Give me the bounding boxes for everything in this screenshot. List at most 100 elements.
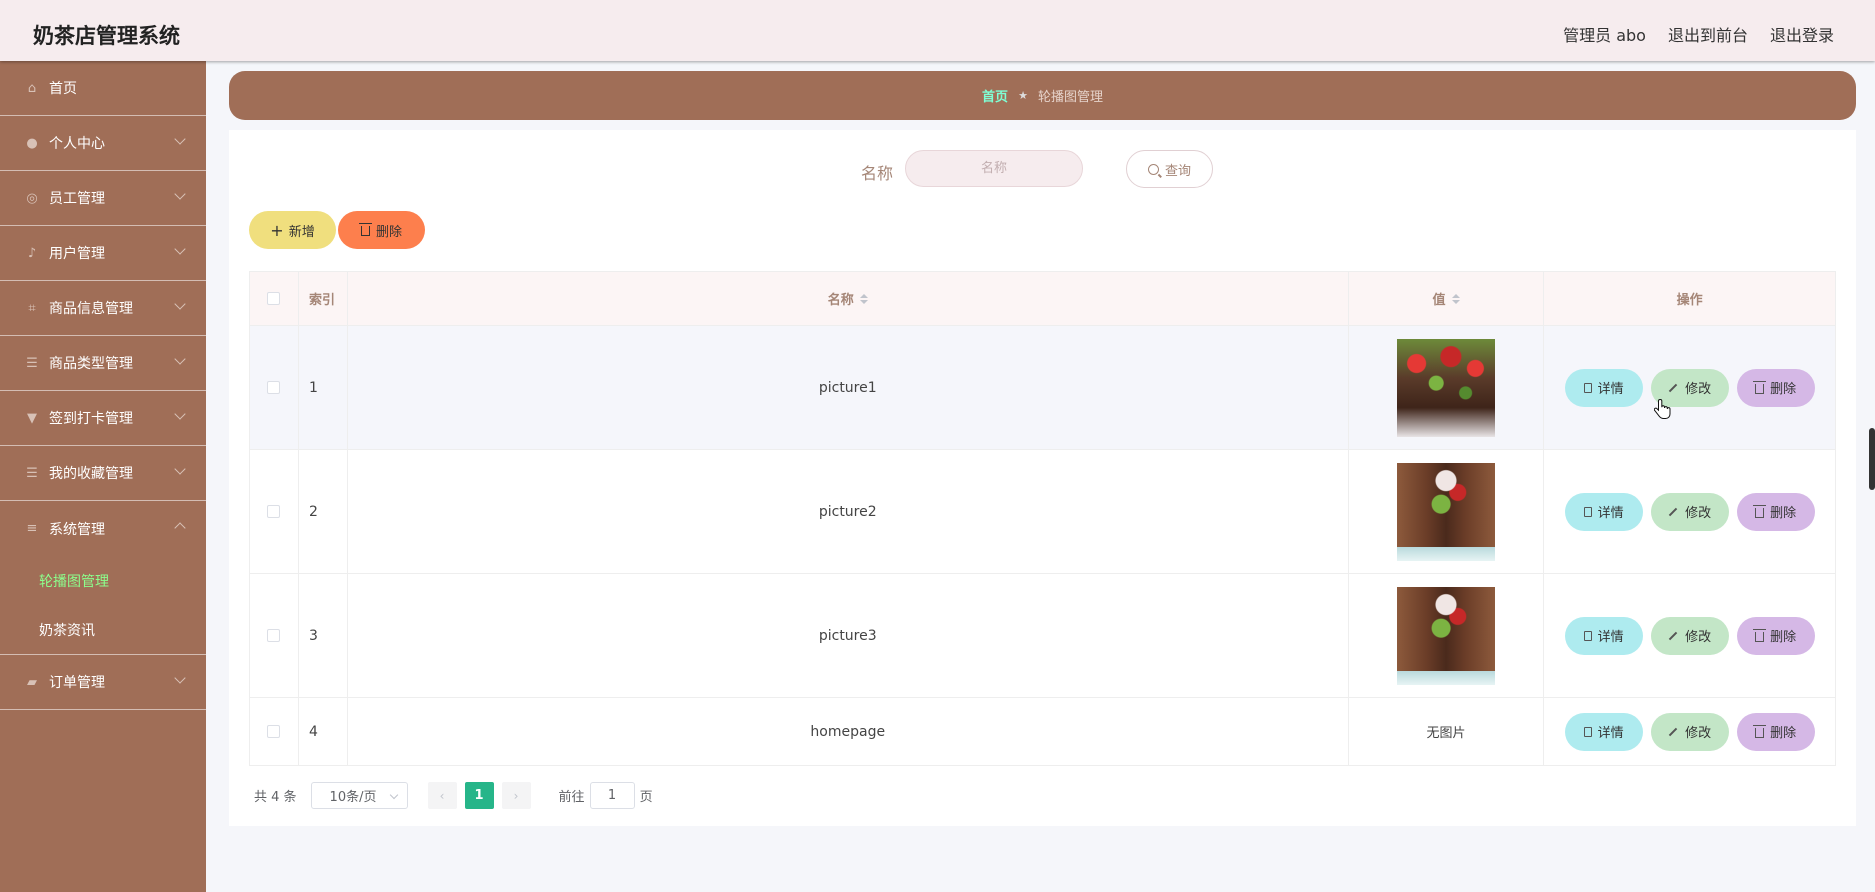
edit-button[interactable]: 修改	[1650, 712, 1729, 751]
chevron-right-icon: ›	[513, 788, 519, 803]
dessert-image[interactable]	[1397, 586, 1495, 685]
row-name: picture3	[348, 574, 1349, 697]
dessert-image[interactable]	[1397, 338, 1495, 437]
exit-to-front-link[interactable]: 退出到前台	[1668, 22, 1748, 46]
detail-label: 详情	[1597, 382, 1624, 397]
row-checkbox[interactable]	[267, 381, 281, 394]
star-separator-icon: ★	[1018, 89, 1028, 102]
detail-button[interactable]: 详情	[1564, 712, 1643, 751]
mic-icon: ♪	[27, 245, 37, 261]
batch-delete-button[interactable]: 删除	[338, 211, 425, 249]
delete-label: 删除	[1770, 382, 1797, 397]
delete-button[interactable]: 删除	[1736, 712, 1815, 751]
edit-label: 修改	[1685, 630, 1712, 645]
header-value-label: 值	[1432, 293, 1446, 308]
search-button[interactable]: 查询	[1126, 150, 1213, 188]
sidebar-item-label: 系统管理	[49, 521, 105, 538]
delete-button[interactable]: 删除	[1736, 616, 1815, 655]
detail-button[interactable]: 详情	[1564, 492, 1643, 531]
plus-icon: +	[270, 220, 284, 240]
sidebar-item-users[interactable]: ♪ 用户管理	[0, 226, 206, 281]
sidebar-item-label: 签到打卡管理	[49, 411, 133, 427]
detail-label: 详情	[1597, 726, 1624, 741]
sidebar-item-home[interactable]: ⌂ 首页	[0, 61, 206, 116]
edit-label: 修改	[1685, 382, 1712, 397]
page-size-select[interactable]: 10条/页	[310, 782, 408, 809]
row-name: picture1	[348, 326, 1349, 449]
sidebar-item-products[interactable]: ⌗ 商品信息管理	[0, 281, 206, 336]
add-button-label: 新增	[288, 224, 315, 240]
delete-button[interactable]: 删除	[1736, 492, 1815, 531]
app-title: 奶茶店管理系统	[33, 24, 180, 48]
chevron-down-icon	[174, 408, 186, 420]
sidebar-item-label: 订单管理	[49, 675, 105, 691]
sidebar-item-favorites[interactable]: ☰ 我的收藏管理	[0, 446, 206, 501]
sidebar-item-product-types[interactable]: ☰ 商品类型管理	[0, 336, 206, 391]
scrollbar-thumb[interactable]	[1869, 428, 1875, 490]
sidebar-item-label: 员工管理	[49, 191, 105, 207]
next-page-button[interactable]: ›	[501, 782, 531, 809]
table-row: 1 picture1 详情 修改 删除	[250, 326, 1835, 450]
sort-icon[interactable]	[1451, 293, 1460, 304]
edit-button[interactable]: 修改	[1650, 492, 1729, 531]
logout-link[interactable]: 退出登录	[1770, 22, 1834, 46]
crop-icon: ⌗	[28, 300, 36, 316]
sidebar-item-orders[interactable]: ▰ 订单管理	[0, 655, 206, 710]
row-index: 3	[299, 574, 348, 697]
row-index: 2	[299, 450, 348, 573]
dessert-image[interactable]	[1397, 462, 1495, 561]
chevron-down-icon	[174, 672, 186, 684]
search-input[interactable]	[905, 150, 1083, 187]
list-icon: ☰	[26, 465, 38, 481]
trash-icon	[1753, 380, 1767, 394]
sidebar-item-label: 首页	[49, 81, 77, 97]
chevron-left-icon: ‹	[439, 788, 445, 803]
sidebar-item-personal[interactable]: ● 个人中心	[0, 116, 206, 171]
row-checkbox[interactable]	[267, 629, 281, 642]
sidebar-subitem-carousel[interactable]: 轮播图管理	[0, 556, 206, 605]
user-icon: ●	[26, 135, 38, 151]
sidebar-item-system[interactable]: ≡ 系统管理	[0, 501, 206, 556]
sort-icon[interactable]	[859, 293, 868, 304]
sidebar-item-label: 我的收藏管理	[49, 466, 133, 482]
row-checkbox[interactable]	[267, 505, 281, 518]
prev-page-button[interactable]: ‹	[427, 782, 457, 809]
edit-button[interactable]: 修改	[1650, 616, 1729, 655]
detail-button[interactable]: 详情	[1564, 616, 1643, 655]
sidebar-item-label: 商品类型管理	[49, 356, 133, 372]
row-name: picture2	[348, 450, 1349, 573]
row-checkbox[interactable]	[267, 725, 281, 738]
chevron-down-icon	[174, 188, 186, 200]
header-name[interactable]: 名称	[348, 272, 1349, 325]
delete-label: 删除	[1770, 630, 1797, 645]
goto-page-input[interactable]	[589, 782, 635, 809]
sidebar-item-checkin[interactable]: ▼ 签到打卡管理	[0, 391, 206, 446]
select-all-checkbox[interactable]	[267, 292, 281, 305]
header-value[interactable]: 值	[1349, 272, 1545, 325]
document-icon	[1583, 506, 1592, 517]
sidebar-item-label: 用户管理	[49, 246, 105, 262]
sidebar-item-staff[interactable]: ◎ 员工管理	[0, 171, 206, 226]
trash-icon	[1753, 724, 1767, 738]
chevron-up-icon	[174, 522, 186, 534]
add-button[interactable]: + 新增	[249, 211, 336, 249]
delete-button[interactable]: 删除	[1736, 368, 1815, 407]
pagination: 共 4 条 10条/页 ‹ 1 › 前往 页	[254, 782, 653, 809]
sidebar-subitem-news[interactable]: 奶茶资讯	[0, 605, 206, 654]
breadcrumb-home[interactable]: 首页	[982, 86, 1008, 105]
trash-icon	[358, 223, 372, 236]
chevron-down-icon	[174, 298, 186, 310]
page-unit-label: 页	[639, 790, 653, 805]
total-count: 共 4 条	[254, 790, 297, 805]
header-name-label: 名称	[827, 293, 854, 308]
search-button-label: 查询	[1164, 163, 1191, 179]
admin-user[interactable]: 管理员 abo	[1563, 22, 1646, 46]
data-table: 索引 名称 值 操作 1 picture1 详情 修改 删除 2 picture…	[249, 271, 1836, 766]
detail-button[interactable]: 详情	[1564, 368, 1643, 407]
main-card: 名称 查询 + 新增 删除 索引 名称 值 操作 1	[229, 130, 1856, 826]
trash-icon	[1753, 628, 1767, 642]
page-number-button[interactable]: 1	[464, 782, 494, 809]
chevron-down-icon	[174, 463, 186, 475]
sidebar-submenu: 轮播图管理 奶茶资讯	[0, 556, 206, 655]
row-index: 1	[299, 326, 348, 449]
